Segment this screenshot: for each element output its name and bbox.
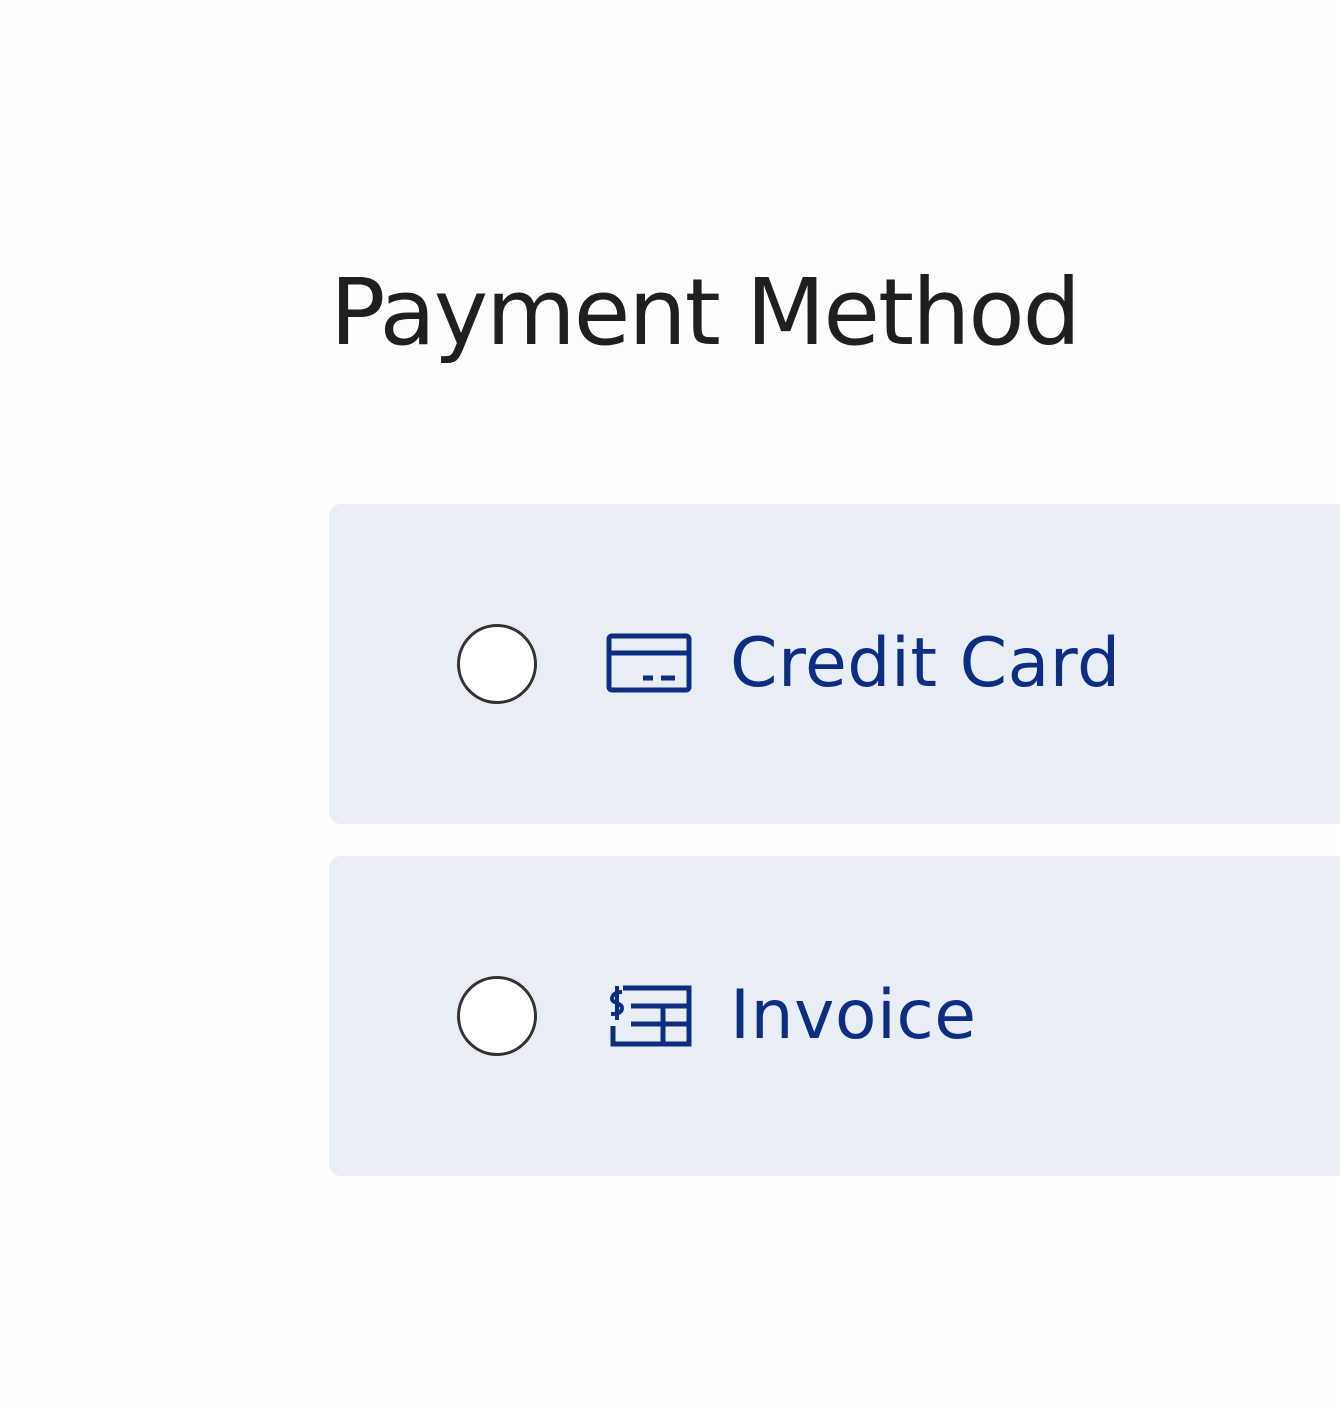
invoice-label: Invoice [730,976,977,1055]
payment-method-radio-group: Credit Card Invoice [329,504,1340,1208]
page-title: Payment Method [330,259,1081,366]
credit-card-label: Credit Card [730,624,1121,703]
invoice-icon [609,985,692,1047]
invoice-radio[interactable] [457,976,537,1056]
credit-card-radio[interactable] [457,624,537,704]
payment-option-invoice[interactable]: Invoice [329,856,1340,1176]
payment-method-page: Payment Method Credit Card Invoice [0,0,1340,1407]
payment-option-credit-card[interactable]: Credit Card [329,504,1340,824]
credit-card-icon [606,633,692,693]
